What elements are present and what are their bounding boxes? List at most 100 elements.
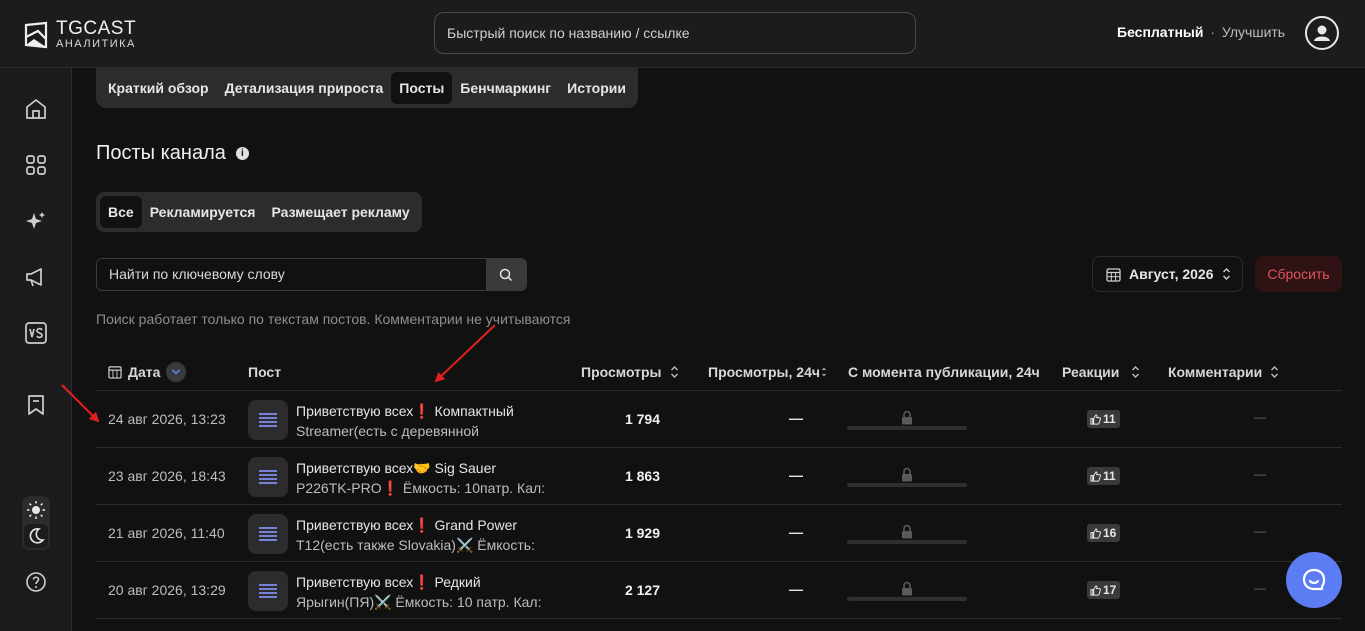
reactions-count: 16 — [1103, 526, 1117, 540]
tab-posts[interactable]: Посты — [391, 72, 453, 104]
section-tabs: Краткий обзор Детализация прироста Посты… — [96, 68, 638, 108]
table-row[interactable]: 23 авг 2026, 18:43 Приветствую всех🤝 Sig… — [96, 448, 1342, 505]
tab-stories[interactable]: Истории — [559, 72, 634, 104]
main-content: Краткий обзор Детализация прироста Посты… — [72, 68, 1365, 631]
views-value: 1 794 — [624, 411, 660, 427]
column-reactions-label: Реакции — [1062, 364, 1120, 380]
logo-title: TGCAST — [56, 18, 137, 39]
post-preview-line1: Приветствую всех❗ Компактный — [296, 403, 514, 419]
logo-icon — [24, 21, 48, 48]
locked-metric-bar — [847, 483, 967, 487]
global-search-input[interactable]: Быстрый поиск по названию / ссылке — [434, 12, 916, 54]
filter-advertised[interactable]: Рекламируется — [142, 196, 264, 228]
post-text-icon[interactable] — [248, 571, 288, 611]
column-views[interactable]: Просмотры — [581, 364, 679, 380]
table-header: Дата Пост Просмотры Просмотры, 24ч С мом… — [96, 353, 1342, 391]
vs-icon[interactable] — [24, 321, 48, 345]
moon-button[interactable] — [24, 524, 48, 548]
posts-table: Дата Пост Просмотры Просмотры, 24ч С мом… — [96, 353, 1342, 619]
column-comments[interactable]: Комментарии — [1168, 364, 1279, 380]
sparkles-icon[interactable] — [24, 209, 48, 233]
filter-places-ads[interactable]: Размещает рекламу — [263, 196, 417, 228]
views-24h-value: — — [789, 524, 803, 540]
post-preview-line2: T12(есть также Slovakia)⚔️ Ёмкость: — [296, 537, 535, 553]
avatar[interactable] — [1305, 16, 1339, 50]
sort-icon — [1132, 366, 1140, 378]
thumbs-up-icon — [1090, 527, 1101, 539]
chat-button[interactable] — [1286, 552, 1342, 608]
search-hint: Поиск работает только по текстам постов.… — [96, 311, 571, 327]
date-sort-button[interactable] — [166, 362, 187, 382]
post-preview-line2: Streamer(есть с деревянной — [296, 423, 479, 439]
tab-growth-details[interactable]: Детализация прироста — [217, 72, 392, 104]
post-preview-line1: Приветствую всех❗ Grand Power — [296, 517, 518, 533]
column-post: Пост — [248, 364, 281, 380]
logo-subtitle: АНАЛИТИКА — [56, 38, 136, 50]
chevron-down-icon — [172, 369, 181, 375]
reactions-count: 11 — [1103, 469, 1116, 483]
tab-overview[interactable]: Краткий обзор — [100, 72, 217, 104]
table-row[interactable]: 21 авг 2026, 11:40 Приветствую всех❗ Gra… — [96, 505, 1342, 562]
calendar-icon — [1106, 267, 1121, 282]
reactions-count: 17 — [1103, 583, 1117, 597]
upgrade-link[interactable]: Улучшить — [1222, 24, 1285, 40]
calendar-icon — [108, 366, 122, 379]
comments-value: — — [1254, 524, 1266, 538]
month-label: Август, 2026 — [1129, 266, 1214, 282]
column-reactions[interactable]: Реакции — [1062, 364, 1140, 380]
lock-icon — [902, 581, 912, 596]
chat-icon — [1302, 568, 1326, 591]
plan-separator: · — [1210, 24, 1216, 40]
column-date[interactable]: Дата — [108, 362, 187, 382]
lock-icon — [902, 467, 912, 482]
post-preview[interactable]: Приветствую всех❗ Редкий Ярыгин(ПЯ)⚔️ Ём… — [296, 572, 556, 612]
post-preview-line2: P226TK-PRO❗ Ёмкость: 10патр. Кал: — [296, 480, 546, 496]
reset-button[interactable]: Сбросить — [1255, 256, 1342, 292]
logo[interactable]: TGCAST АНАЛИТИКА — [24, 19, 136, 50]
column-since-publication-label: С момента публикации, 24ч — [848, 364, 1040, 380]
views-24h-value: — — [789, 410, 803, 426]
keyword-search-button[interactable] — [486, 259, 526, 290]
reactions-badge: 11 — [1087, 467, 1120, 485]
user-icon — [1314, 25, 1330, 41]
megaphone-icon[interactable] — [24, 265, 48, 289]
post-preview[interactable]: Приветствую всех🤝 Sig Sauer P226TK-PRO❗ … — [296, 458, 556, 498]
sidebar — [0, 68, 72, 631]
thumbs-up-icon — [1090, 413, 1101, 425]
sort-icon — [822, 367, 826, 377]
theme-toggle[interactable] — [22, 496, 50, 550]
tab-benchmarking[interactable]: Бенчмаркинг — [452, 72, 559, 104]
help-icon[interactable] — [24, 570, 48, 594]
info-icon[interactable]: i — [235, 147, 249, 160]
reactions-badge: 16 — [1087, 524, 1121, 542]
plan-info: Бесплатный · Улучшить — [1117, 24, 1285, 40]
home-icon[interactable] — [24, 97, 48, 121]
post-date: 20 авг 2026, 13:29 — [108, 582, 226, 598]
locked-metric-bar — [847, 597, 967, 601]
sun-icon[interactable] — [26, 500, 46, 520]
post-preview[interactable]: Приветствую всех❗ Компактный Streamer(ес… — [296, 401, 556, 441]
grid-icon[interactable] — [24, 153, 48, 177]
column-views-label: Просмотры — [581, 364, 662, 380]
post-type-filter: Все Рекламируется Размещает рекламу — [96, 192, 422, 232]
column-date-label: Дата — [128, 364, 161, 380]
column-views-24h[interactable]: Просмотры, 24ч — [708, 364, 826, 380]
post-text-icon[interactable] — [248, 457, 288, 497]
table-row[interactable]: 24 авг 2026, 13:23 Приветствую всех❗ Ком… — [96, 391, 1342, 448]
filter-all[interactable]: Все — [100, 196, 142, 228]
lock-icon — [902, 410, 912, 425]
table-row[interactable]: 20 авг 2026, 13:29 Приветствую всех❗ Ред… — [96, 562, 1342, 619]
views-24h-value: — — [789, 581, 803, 597]
keyword-search-input[interactable]: Найти по ключевому слову — [97, 259, 486, 290]
post-text-icon[interactable] — [248, 514, 288, 554]
thumbs-up-icon — [1090, 470, 1101, 482]
post-preview[interactable]: Приветствую всех❗ Grand Power T12(есть т… — [296, 515, 556, 555]
comments-value: — — [1254, 467, 1266, 481]
sort-icon — [1271, 366, 1279, 378]
moon-icon — [29, 528, 45, 544]
comments-value: — — [1254, 581, 1266, 595]
month-picker[interactable]: Август, 2026 — [1092, 256, 1243, 292]
bookmark-icon[interactable] — [24, 393, 48, 417]
locked-metric-bar — [847, 540, 967, 544]
post-text-icon[interactable] — [248, 400, 288, 440]
